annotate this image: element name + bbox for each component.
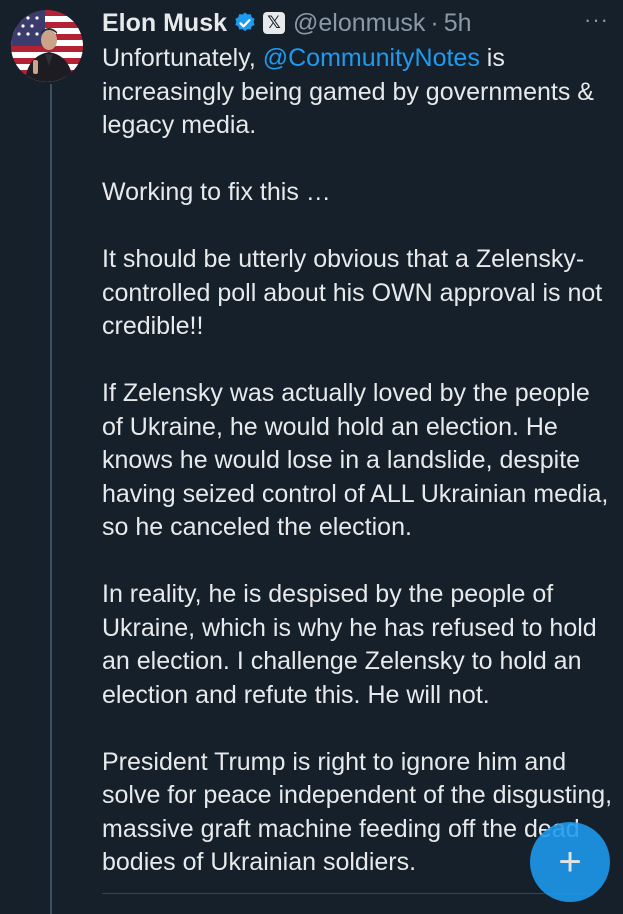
thread-connector-line bbox=[50, 84, 52, 914]
tweet-paragraph: Unfortunately, @CommunityNotes is increa… bbox=[102, 42, 617, 143]
tweet-text: Unfortunately, @CommunityNotes is increa… bbox=[102, 42, 617, 913]
author-handle[interactable]: @elonmusk bbox=[293, 9, 425, 38]
avatar[interactable] bbox=[11, 10, 83, 82]
tweet-paragraph: It should be utterly obvious that a Zele… bbox=[102, 245, 603, 340]
tweet-paragraph: In reality, he is despised by the people… bbox=[102, 580, 597, 709]
divider bbox=[102, 893, 593, 894]
avatar-image bbox=[11, 10, 83, 82]
tweet-paragraph: Working to fix this … bbox=[102, 178, 331, 206]
plus-icon: + bbox=[558, 839, 582, 884]
tweet-header: Elon Musk 𝕏 @elonmusk · 5h bbox=[102, 6, 613, 40]
more-options-icon[interactable]: ··· bbox=[584, 9, 609, 31]
compose-button[interactable]: + bbox=[530, 822, 610, 902]
author-name[interactable]: Elon Musk bbox=[102, 9, 227, 38]
x-affiliation-icon[interactable]: 𝕏 bbox=[263, 12, 286, 34]
paragraph-text: Unfortunately, bbox=[102, 44, 263, 72]
tweet-paragraph: If Zelensky was actually loved by the pe… bbox=[102, 379, 609, 541]
verified-badge-icon bbox=[233, 11, 257, 35]
mention-link[interactable]: @CommunityNotes bbox=[263, 44, 480, 72]
header-separator: · bbox=[430, 8, 439, 37]
tweet-timestamp[interactable]: 5h bbox=[444, 9, 472, 38]
